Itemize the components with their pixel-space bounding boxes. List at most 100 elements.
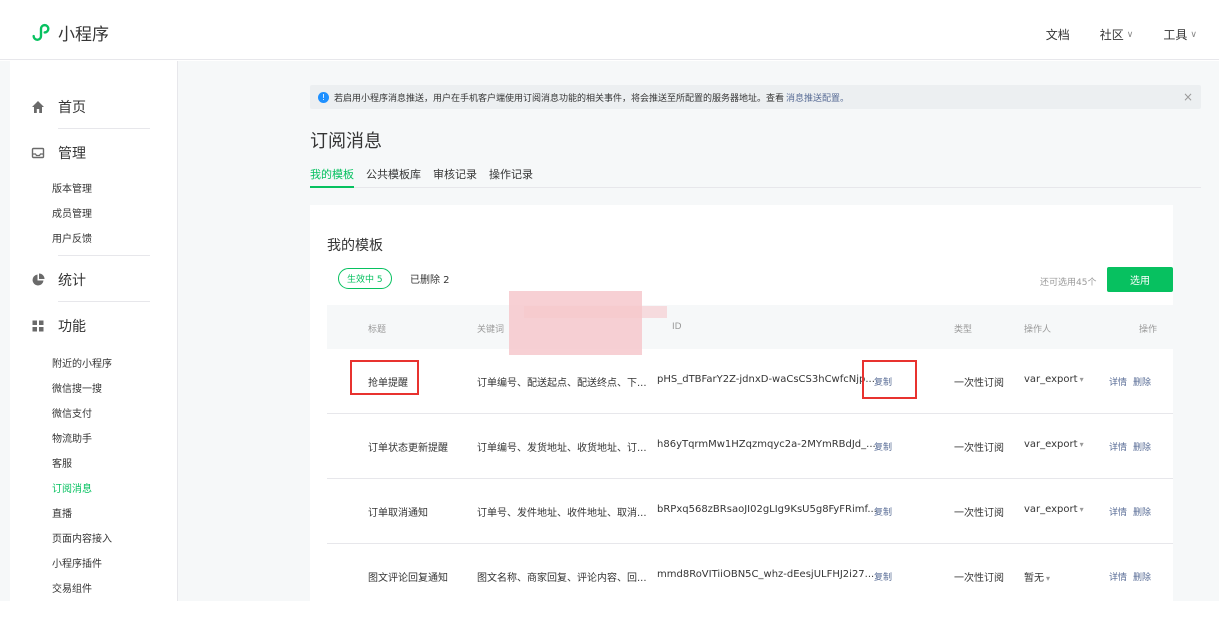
copy-button[interactable]: 复制 [874, 440, 892, 453]
table-row: 订单取消通知 订单号、发件地址、收件地址、取消... bRPxq568zBRsa… [327, 479, 1173, 544]
sidebar-item-home[interactable]: 首页 [30, 97, 86, 117]
notice-text: 若启用小程序消息推送，用户在手机客户端使用订阅消息功能的相关事件，将会推送至所配… [334, 93, 785, 104]
row-title: 图文评论回复通知 [368, 573, 448, 584]
pie-chart-icon [30, 272, 46, 288]
tab-bar: 我的模板 公共模板库 审核记录 操作记录 [310, 166, 1201, 188]
detail-link[interactable]: 详情 [1109, 375, 1127, 388]
detail-link[interactable]: 详情 [1109, 440, 1127, 453]
sidebar-item-nearby[interactable]: 附近的小程序 [52, 355, 112, 370]
tab-operation-records[interactable]: 操作记录 [489, 166, 533, 188]
header-action: 操作 [1139, 325, 1158, 335]
table-header: 标题 关键词 ID 类型 操作人 操作 [327, 305, 1173, 349]
row-type: 一次性订阅 [954, 443, 1004, 454]
delete-link[interactable]: 删除 [1133, 440, 1151, 453]
tab-review-records[interactable]: 审核记录 [433, 166, 477, 188]
miniprogram-logo-icon [32, 23, 50, 41]
chevron-down-icon: ∨ [1126, 29, 1134, 40]
app-name: 小程序 [58, 24, 109, 45]
caret-down-icon: ▾ [1079, 375, 1084, 384]
sidebar-item-manage[interactable]: 管理 [30, 143, 86, 163]
select-template-button[interactable]: 选用 [1107, 267, 1173, 292]
remaining-count: 还可选用45个 [1040, 278, 1097, 288]
sidebar-divider [58, 301, 150, 302]
logo[interactable]: 小程序 [30, 20, 109, 45]
operator-dropdown[interactable]: var_export ▾ [1024, 504, 1084, 515]
sidebar-item-members[interactable]: 成员管理 [52, 205, 92, 220]
nav-tools[interactable]: 工具 ∨ [1163, 26, 1197, 43]
top-nav: 文档 社区 ∨ 工具 ∨ [1016, 26, 1197, 43]
sidebar-divider [58, 128, 150, 129]
row-title: 订单状态更新提醒 [368, 443, 448, 454]
sidebar-item-content[interactable]: 页面内容接入 [52, 530, 112, 545]
header-keywords: 关键词 [477, 325, 505, 335]
row-keywords: 订单编号、发货地址、收货地址、订... [477, 443, 647, 454]
sidebar-item-trade[interactable]: 交易组件 [52, 580, 92, 595]
page-title: 订阅消息 [310, 131, 382, 152]
operator-dropdown[interactable]: 暂无 ▾ [1024, 569, 1050, 584]
delete-link[interactable]: 删除 [1133, 505, 1151, 518]
header-type: 类型 [954, 325, 973, 335]
header-operator: 操作人 [1024, 325, 1052, 335]
row-keywords: 订单号、发件地址、收件地址、取消... [477, 508, 647, 519]
row-type: 一次性订阅 [954, 378, 1004, 389]
detail-link[interactable]: 详情 [1109, 570, 1127, 583]
templates-panel: 我的模板 生效中 5 已删除 2 还可选用45个 选用 标题 关键词 ID 类型… [310, 205, 1173, 601]
table-row: 图文评论回复通知 图文名称、商家回复、评论内容、回... mmd8RoVITii… [327, 544, 1173, 609]
panel-title: 我的模板 [327, 238, 383, 254]
delete-link[interactable]: 删除 [1133, 375, 1151, 388]
top-bar: 小程序 文档 社区 ∨ 工具 ∨ [0, 0, 1219, 60]
row-type: 一次性订阅 [954, 508, 1004, 519]
sidebar-item-service[interactable]: 客服 [52, 455, 72, 470]
sidebar-item-version[interactable]: 版本管理 [52, 180, 92, 195]
filter-deleted-button[interactable]: 已删除 2 [410, 271, 450, 286]
sidebar-item-stats[interactable]: 统计 [30, 270, 86, 290]
notice-link[interactable]: 消息推送配置。 [786, 91, 849, 104]
copy-button[interactable]: 复制 [874, 570, 892, 583]
sidebar-item-live[interactable]: 直播 [52, 505, 72, 520]
nav-community[interactable]: 社区 ∨ [1100, 26, 1134, 43]
filter-active-button[interactable]: 生效中 5 [338, 268, 392, 289]
highlight-box-title [350, 360, 419, 395]
sidebar-item-logistics[interactable]: 物流助手 [52, 430, 92, 445]
header-id: ID [672, 322, 682, 332]
grid-icon [30, 318, 46, 334]
sidebar-item-pay[interactable]: 微信支付 [52, 405, 92, 420]
row-template-id: mmd8RoVITiiOBN5C_whz-dEesjULFHJ2i27... [657, 569, 875, 580]
home-icon [30, 99, 46, 115]
main-content: ! 若启用小程序消息推送，用户在手机客户端使用订阅消息功能的相关事件，将会推送至… [300, 61, 1210, 601]
info-icon: ! [318, 91, 329, 103]
tab-my-templates[interactable]: 我的模板 [310, 166, 354, 188]
copy-button[interactable]: 复制 [874, 505, 892, 518]
inbox-icon [30, 145, 46, 161]
row-template-id: bRPxq568zBRsaoJI02gLIg9KsU5g8FyFRimf... [657, 504, 877, 515]
sidebar-item-feedback[interactable]: 用户反馈 [52, 230, 92, 245]
chevron-down-icon: ∨ [1190, 29, 1197, 40]
tab-public-library[interactable]: 公共模板库 [366, 166, 421, 188]
row-title: 订单取消通知 [368, 508, 428, 519]
close-icon[interactable]: × [1183, 90, 1193, 104]
caret-down-icon: ▾ [1079, 440, 1084, 449]
table-row: 订单状态更新提醒 订单编号、发货地址、收货地址、订... h86yTqrmMw1… [327, 414, 1173, 479]
sidebar-item-features[interactable]: 功能 [30, 316, 86, 336]
sidebar-item-subscribe[interactable]: 订阅消息 [52, 480, 92, 495]
header-title: 标题 [368, 325, 387, 335]
row-type: 一次性订阅 [954, 573, 1004, 584]
redaction-blur [509, 291, 642, 355]
row-template-id: h86yTqrmMw1HZqzmqyc2a-2MYmRBdJd_... [657, 439, 876, 450]
row-keywords: 图文名称、商家回复、评论内容、回... [477, 573, 647, 584]
delete-link[interactable]: 删除 [1133, 570, 1151, 583]
table-row: 抢单提醒 订单编号、配送起点、配送终点、下... pHS_dTBFarY2Z-j… [327, 349, 1173, 414]
sidebar-item-plugins[interactable]: 小程序插件 [52, 555, 102, 570]
caret-down-icon: ▾ [1046, 574, 1051, 583]
redaction-blur [524, 306, 667, 318]
sidebar-divider [58, 255, 150, 256]
row-template-id: pHS_dTBFarY2Z-jdnxD-waCsCS3hCwfcNjp... [657, 374, 875, 385]
sidebar-item-search[interactable]: 微信搜一搜 [52, 380, 102, 395]
operator-dropdown[interactable]: var_export ▾ [1024, 374, 1084, 385]
nav-docs[interactable]: 文档 [1046, 26, 1070, 43]
detail-link[interactable]: 详情 [1109, 505, 1127, 518]
highlight-box-copy [862, 360, 917, 399]
sidebar: 首页 管理 版本管理 成员管理 用户反馈 统计 功能 附近的小程序 微信搜一搜 … [10, 61, 178, 601]
operator-dropdown[interactable]: var_export ▾ [1024, 439, 1084, 450]
caret-down-icon: ▾ [1079, 505, 1084, 514]
